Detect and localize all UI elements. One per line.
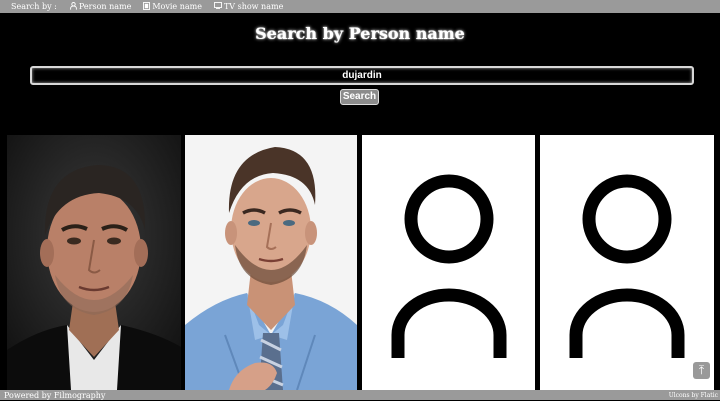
back-to-top-button[interactable]: ⤒ bbox=[693, 362, 710, 379]
tv-icon bbox=[213, 2, 222, 11]
film-icon bbox=[143, 1, 151, 12]
person-placeholder-icon bbox=[569, 174, 685, 358]
nav-link-tv-show-name[interactable]: TV show name bbox=[213, 2, 284, 11]
result-card-placeholder-1[interactable] bbox=[362, 135, 535, 390]
result-card-photo-2[interactable] bbox=[185, 135, 357, 390]
arrow-up-to-top-icon: ⤒ bbox=[698, 363, 705, 377]
top-nav-bar: Search by : Person name Movie name TV sh… bbox=[0, 0, 720, 13]
nav-link-tv-show-name-label: TV show name bbox=[223, 2, 284, 11]
results-grid bbox=[0, 133, 720, 390]
person-placeholder-icon bbox=[391, 174, 507, 358]
search-input[interactable] bbox=[30, 66, 694, 85]
nav-link-movie-name-label: Movie name bbox=[152, 2, 202, 11]
page-title: Search by Person name bbox=[255, 24, 465, 43]
result-card-placeholder-2[interactable] bbox=[540, 135, 714, 390]
footer-bar: Powered by Filmography Ulcons by Flatic bbox=[0, 390, 720, 400]
search-by-label: Search by : bbox=[11, 2, 57, 11]
nav-link-person-name[interactable]: Person name bbox=[70, 1, 132, 12]
result-card-photo-1[interactable] bbox=[7, 135, 181, 390]
person-icon bbox=[70, 1, 77, 12]
nav-link-person-name-label: Person name bbox=[78, 2, 132, 11]
person-photo-blue-shirt bbox=[185, 135, 357, 390]
nav-link-movie-name[interactable]: Movie name bbox=[143, 1, 202, 12]
search-button[interactable]: Search bbox=[340, 89, 379, 105]
person-photo-dark bbox=[7, 135, 181, 390]
